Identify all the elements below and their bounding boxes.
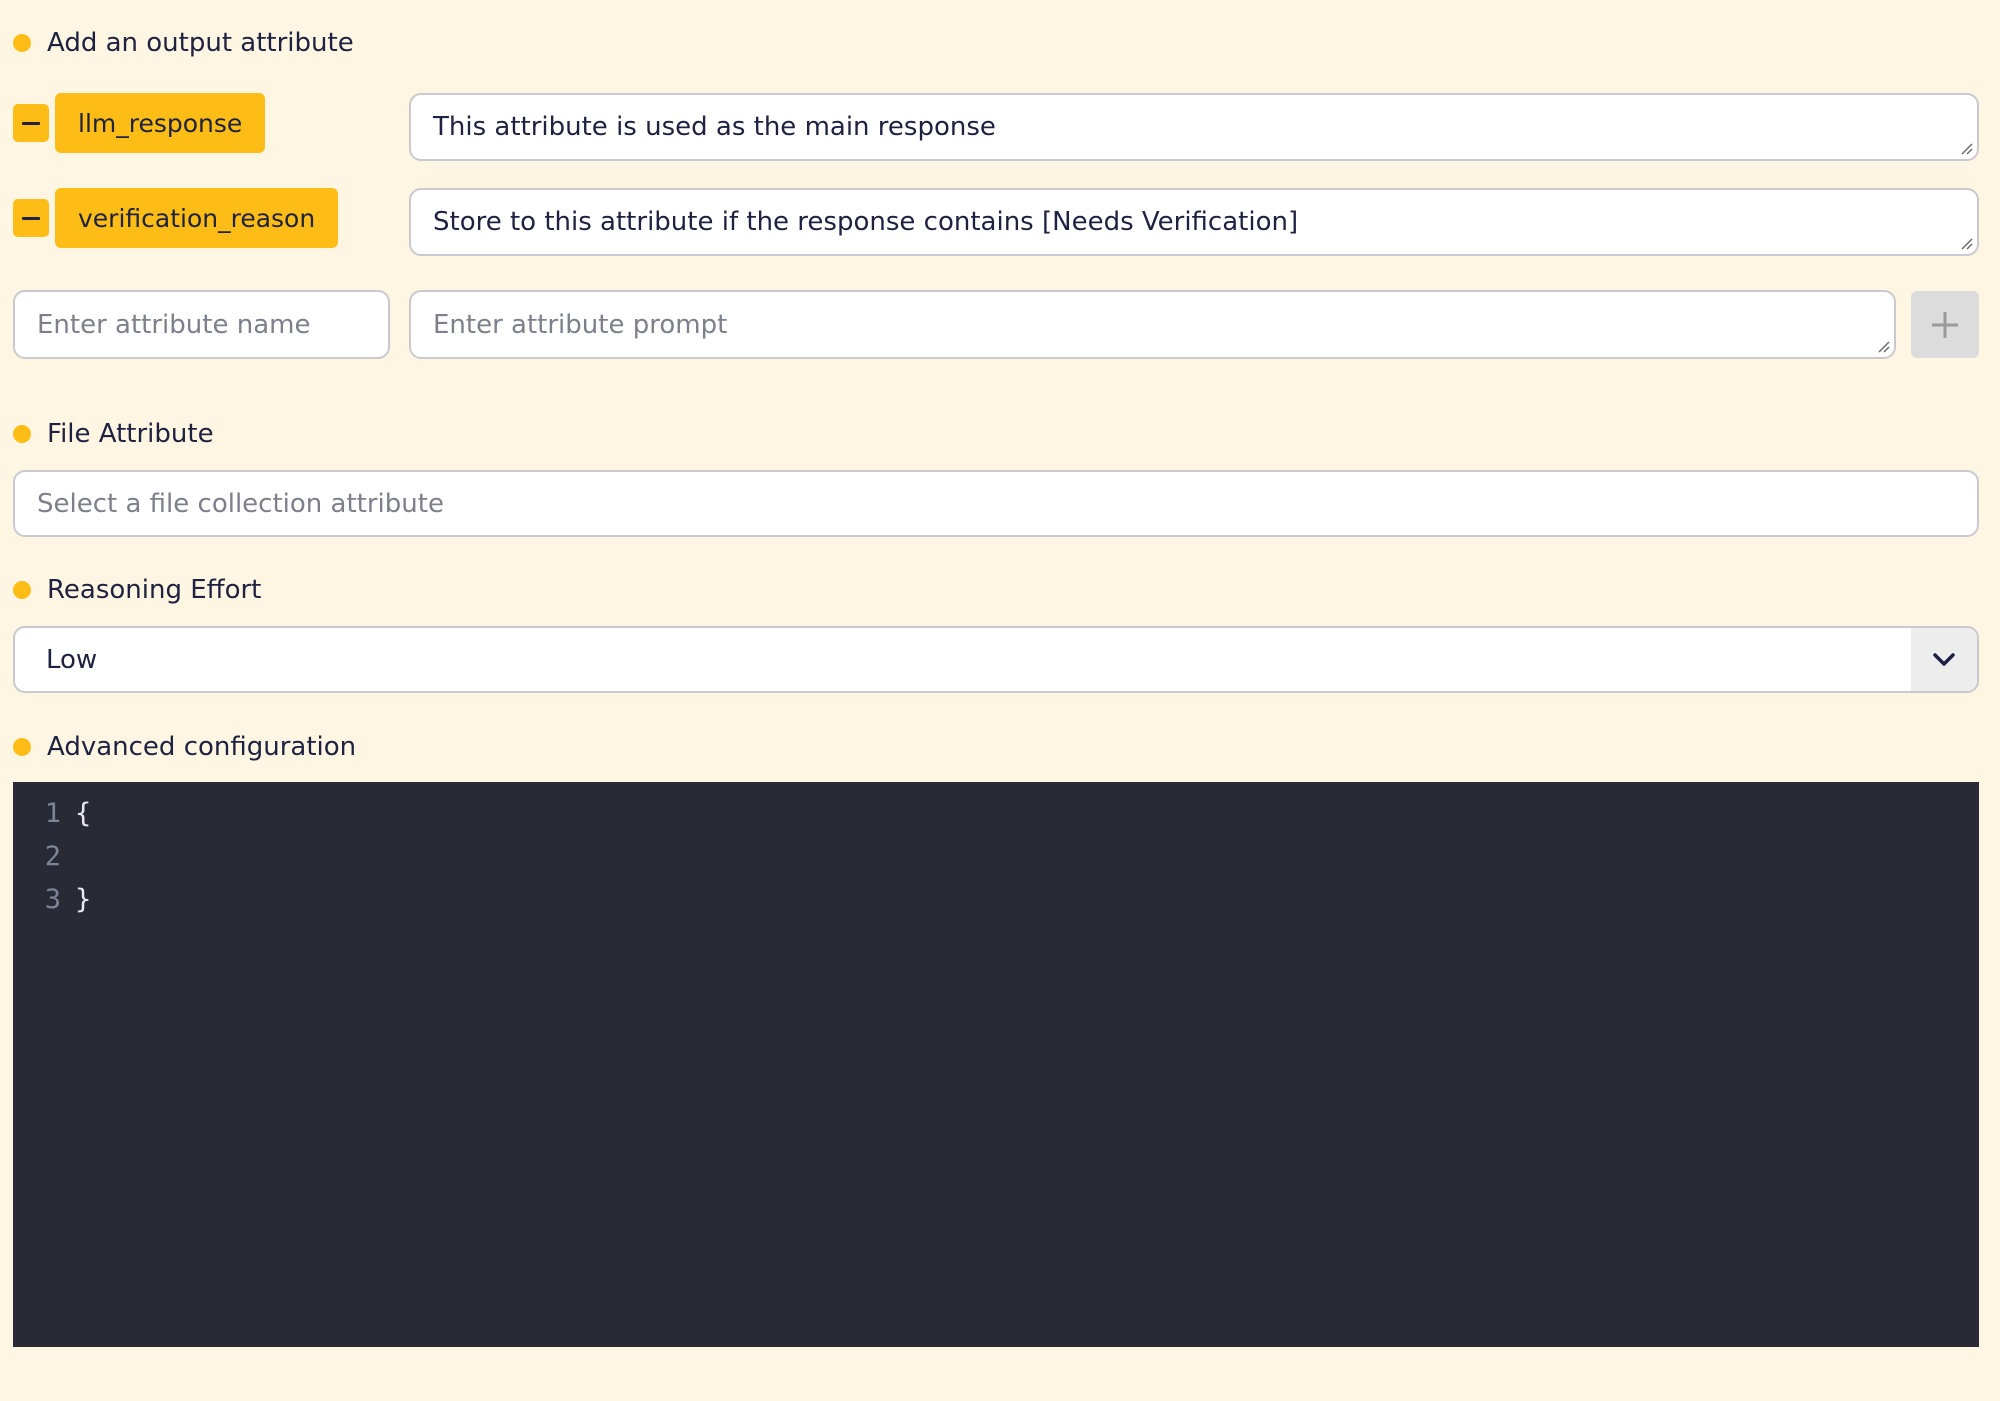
attribute-tag-llm-response: llm_response [55,93,266,153]
code-line: 1 { [13,792,92,835]
reasoning-effort-label-text: Reasoning Effort [47,575,262,605]
line-code: { [75,798,92,829]
reasoning-effort-section-label: Reasoning Effort [13,570,261,610]
code-line: 2 [13,835,75,878]
section-bullet-icon [13,581,31,599]
attribute-prompt-placeholder: Enter attribute prompt [433,309,728,340]
remove-attribute-button-verification-reason[interactable] [13,199,49,237]
remove-attribute-button-llm-response[interactable] [13,104,49,142]
attribute-name-placeholder: Enter attribute name [37,309,311,340]
chevron-down-icon [1933,652,1955,666]
minus-icon [22,216,40,220]
file-attribute-section-label: File Attribute [13,414,214,454]
new-attribute-prompt-input[interactable]: Enter attribute prompt [409,290,1896,359]
file-attribute-placeholder: Select a file collection attribute [37,488,444,519]
attribute-prompt-input-llm-response[interactable]: This attribute is used as the main respo… [409,93,1979,161]
section-bullet-icon [13,34,31,52]
minus-icon [22,121,40,125]
attribute-prompt-value: Store to this attribute if the response … [433,207,1299,237]
file-attribute-label-text: File Attribute [47,419,214,449]
advanced-configuration-code-editor[interactable]: 1 { 2 3 } [13,782,1979,1347]
reasoning-effort-dropdown-toggle[interactable] [1911,628,1977,691]
resize-handle-icon[interactable] [1876,339,1890,353]
reasoning-effort-select[interactable]: Low [13,626,1979,693]
resize-handle-icon[interactable] [1959,141,1973,155]
line-code: } [75,884,92,915]
reasoning-effort-selected-value: Low [46,644,98,675]
attribute-prompt-input-verification-reason[interactable]: Store to this attribute if the response … [409,188,1979,256]
line-number: 3 [44,884,61,915]
advanced-configuration-label-text: Advanced configuration [47,732,357,762]
add-attribute-button[interactable] [1911,291,1979,358]
output-attribute-label-text: Add an output attribute [47,28,354,58]
resize-handle-icon[interactable] [1959,236,1973,250]
plus-icon [1932,311,1958,338]
node-config-panel: Add an output attribute llm_response Thi… [0,0,2000,1401]
code-line: 3 } [13,878,92,921]
attribute-tag-verification-reason: verification_reason [55,188,339,248]
new-attribute-name-input[interactable]: Enter attribute name [13,290,390,359]
file-attribute-select[interactable]: Select a file collection attribute [13,470,1979,537]
advanced-configuration-section-label: Advanced configuration [13,727,356,767]
line-number: 1 [44,798,61,829]
output-attribute-section-label: Add an output attribute [13,23,354,63]
line-number: 2 [44,841,61,872]
section-bullet-icon [13,738,31,756]
attribute-prompt-value: This attribute is used as the main respo… [433,112,996,142]
section-bullet-icon [13,425,31,443]
